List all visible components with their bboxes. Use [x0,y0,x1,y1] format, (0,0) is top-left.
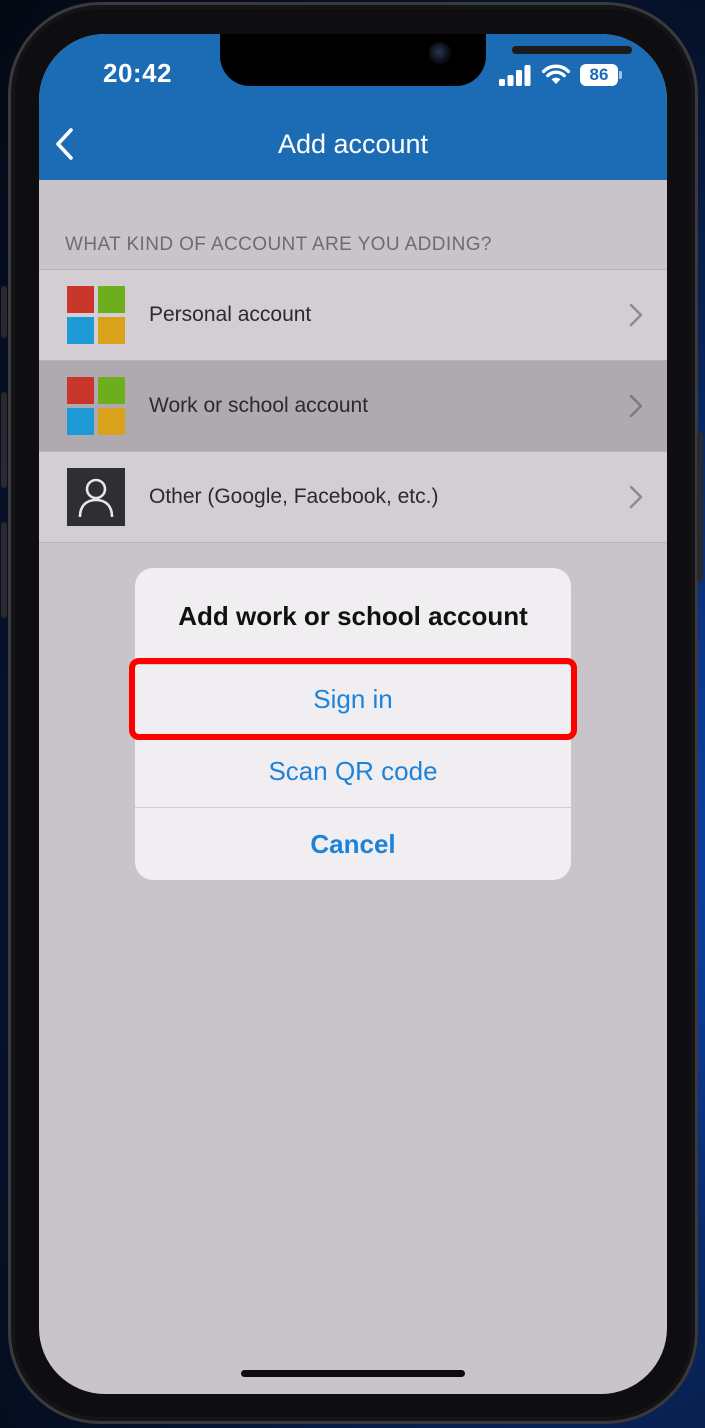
cellular-signal-icon [499,65,531,86]
status-time: 20:42 [103,58,172,88]
row-label: Personal account [149,303,312,326]
row-label: Work or school account [149,394,369,417]
account-type-list: Personal account Work or school account [39,269,667,543]
other-account-option[interactable]: Other (Google, Facebook, etc.) [39,452,667,543]
volume-up-button [1,392,7,488]
cancel-button[interactable]: Cancel [135,809,571,879]
notch [220,34,632,86]
phone-screen: 20:42 86 Add account WHAT KIND OF ACCOUN… [39,34,667,1394]
back-button[interactable] [49,126,79,162]
person-icon [67,468,125,526]
row-label: Other (Google, Facebook, etc.) [149,485,439,508]
power-button [697,432,703,582]
battery-nub [619,71,622,79]
personal-account-option[interactable]: Personal account [39,270,667,361]
section-label: WHAT KIND OF ACCOUNT ARE YOU ADDING? [65,234,492,255]
sign-in-highlight [129,658,577,740]
wifi-icon [541,64,571,84]
chevron-right-icon [629,485,643,509]
chevron-right-icon [629,394,643,418]
person-silhouette-icon [78,478,114,518]
divider [135,807,571,808]
action-button [1,286,7,338]
microsoft-logo-icon [67,377,125,435]
battery-indicator: 86 [580,64,618,86]
volume-down-button [1,522,7,618]
home-indicator[interactable] [241,1370,465,1377]
work-or-school-account-option[interactable]: Work or school account [39,361,667,452]
battery-level: 86 [589,65,609,84]
add-work-account-dialog: Add work or school account Sign in Scan … [129,568,577,880]
chevron-left-icon [56,128,73,160]
earpiece-speaker [512,46,632,54]
front-camera [429,42,451,64]
chevron-right-icon [629,303,643,327]
dialog-title: Add work or school account [178,601,528,631]
microsoft-logo-icon [67,286,125,344]
scan-qr-code-button[interactable]: Scan QR code [135,736,571,806]
page-title: Add account [277,129,429,159]
status-icons: 86 [498,62,622,88]
